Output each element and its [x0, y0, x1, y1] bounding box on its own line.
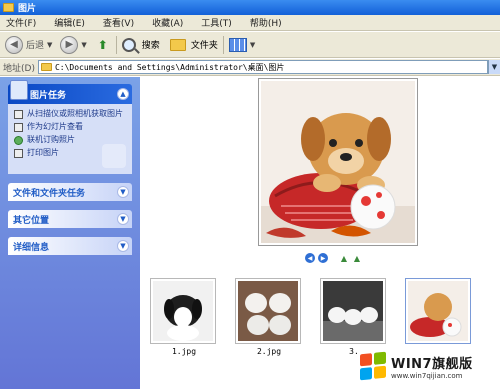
task-get-from-scanner[interactable]: 从扫描仪或照相机获取图片 [14, 109, 126, 119]
menu-view[interactable]: 查看(V) [103, 16, 134, 29]
task-label: 打印图片 [27, 148, 59, 157]
forward-arrow-icon: ▶ [60, 35, 79, 54]
menu-edit[interactable]: 编辑(E) [54, 16, 85, 29]
chevron-down-icon[interactable]: ▼ [117, 213, 129, 225]
picture-tasks-header[interactable]: 图片任务 ▲ [8, 80, 132, 104]
menu-tools[interactable]: 工具(T) [201, 16, 232, 29]
window-title: 图片 [18, 4, 37, 14]
thumbnail-item[interactable]: 2.jpg [235, 278, 303, 356]
filmstrip-view: ◀ ▶ ▲ ▲ 1.jpg 2.jpg 3. [140, 77, 500, 389]
file-tasks-panel: 文件和文件夹任务 ▼ [8, 183, 132, 201]
folder-icon [169, 38, 186, 51]
views-button[interactable]: ▼ [228, 37, 256, 52]
folders-button[interactable]: 文件夹 [169, 38, 218, 51]
thumbnail-item[interactable]: 1.jpg [150, 278, 218, 356]
picture-tasks-title: 图片任务 [30, 90, 67, 101]
task-label: 作为幻灯片查看 [27, 122, 83, 131]
camera-watermark-icon [102, 144, 126, 168]
title-bar: 图片 [0, 0, 500, 15]
forward-button[interactable]: ▶ ▼ [60, 35, 87, 54]
details-panel: 详细信息 ▼ [8, 237, 132, 255]
other-places-title: 其它位置 [13, 215, 50, 226]
scanner-icon [14, 110, 23, 119]
thumbnail-item[interactable] [405, 278, 473, 347]
address-dropdown-button[interactable]: ▼ [488, 60, 500, 74]
rotate-clockwise-button[interactable]: ▲ [339, 253, 349, 263]
toolbar-separator [115, 35, 117, 54]
puppy-photo [261, 81, 415, 243]
slideshow-icon [14, 123, 23, 132]
details-title: 详细信息 [13, 242, 50, 253]
thumbnail-frame [235, 278, 301, 344]
chevron-down-icon: ▼ [81, 40, 87, 49]
folders-label: 文件夹 [190, 41, 218, 51]
pictures-folder-icon [10, 80, 28, 100]
back-arrow-icon: ◀ [5, 35, 23, 54]
preview-controls: ◀ ▶ ▲ ▲ [305, 253, 362, 263]
chevron-up-icon[interactable]: ▲ [117, 88, 129, 100]
chevron-down-icon[interactable]: ▼ [117, 186, 129, 198]
picture-tasks-panel: 图片任务 ▲ 从扫描仪或照相机获取图片 作为幻灯片查看 联机订购照片 打印图片 [8, 80, 132, 174]
address-field[interactable]: C:\Documents and Settings\Administrator\… [37, 60, 488, 74]
details-header[interactable]: 详细信息 ▼ [8, 237, 132, 255]
task-label: 从扫描仪或照相机获取图片 [27, 109, 123, 118]
task-slideshow[interactable]: 作为幻灯片查看 [14, 122, 126, 132]
picture-tasks-body: 从扫描仪或照相机获取图片 作为幻灯片查看 联机订购照片 打印图片 [8, 104, 132, 174]
folder-icon [40, 63, 52, 71]
file-tasks-title: 文件和文件夹任务 [13, 188, 86, 199]
thumbnail-caption: 2.jpg [256, 347, 282, 356]
folder-icon [3, 3, 14, 12]
toolbar: ◀ 后退 ▼ ▶ ▼ ⬆ 搜索 文件夹 ▼ [0, 32, 500, 58]
next-image-button[interactable]: ▶ [318, 253, 328, 263]
menu-favorites[interactable]: 收藏(A) [152, 16, 183, 29]
menu-bar: 文件(F) 编辑(E) 查看(V) 收藏(A) 工具(T) 帮助(H) [0, 15, 500, 31]
task-label: 联机订购照片 [27, 135, 75, 144]
chevron-down-icon: ▼ [47, 40, 53, 49]
other-places-panel: 其它位置 ▼ [8, 210, 132, 228]
rotate-counterclockwise-button[interactable]: ▲ [352, 253, 362, 263]
address-bar: 地址(D) C:\Documents and Settings\Administ… [0, 59, 500, 76]
search-icon [121, 37, 136, 52]
chevron-down-icon: ▼ [249, 40, 256, 49]
previous-image-button[interactable]: ◀ [305, 253, 315, 263]
windows-logo-icon [360, 351, 386, 381]
thumbnail-frame [320, 278, 386, 344]
globe-icon [14, 136, 23, 145]
watermark-text: WIN7旗舰版 www.win7qijian.com [391, 353, 473, 380]
watermark-brand: WIN7旗舰版 [391, 356, 473, 372]
search-button[interactable]: 搜索 [121, 37, 160, 52]
image-preview[interactable] [258, 78, 418, 246]
address-path: C:\Documents and Settings\Administrator\… [54, 62, 285, 72]
back-label: 后退 [26, 41, 45, 51]
watermark-site: www.win7qijian.com [391, 371, 463, 380]
menu-file[interactable]: 文件(F) [6, 16, 36, 29]
address-label: 地址(D) [3, 63, 35, 74]
thumbnail-image [238, 281, 298, 341]
toolbar-separator [222, 35, 224, 54]
printer-icon [14, 149, 23, 158]
file-tasks-header[interactable]: 文件和文件夹任务 ▼ [8, 183, 132, 201]
other-places-header[interactable]: 其它位置 ▼ [8, 210, 132, 228]
views-icon [228, 37, 247, 52]
back-button[interactable]: ◀ 后退 ▼ [5, 35, 53, 54]
thumbnail-image [408, 281, 468, 341]
thumbnail-frame [405, 278, 471, 344]
menu-help[interactable]: 帮助(H) [250, 16, 282, 29]
watermark-logo: WIN7旗舰版 www.win7qijian.com [360, 345, 498, 387]
thumbnail-caption: 1.jpg [171, 347, 197, 356]
up-folder-icon[interactable]: ⬆ [95, 37, 111, 53]
search-label: 搜索 [141, 41, 160, 51]
chevron-down-icon[interactable]: ▼ [117, 240, 129, 252]
thumbnail-frame [150, 278, 216, 344]
thumbnail-image [323, 281, 383, 341]
task-pane: 图片任务 ▲ 从扫描仪或照相机获取图片 作为幻灯片查看 联机订购照片 打印图片 [0, 77, 140, 389]
thumbnail-image [153, 281, 213, 341]
